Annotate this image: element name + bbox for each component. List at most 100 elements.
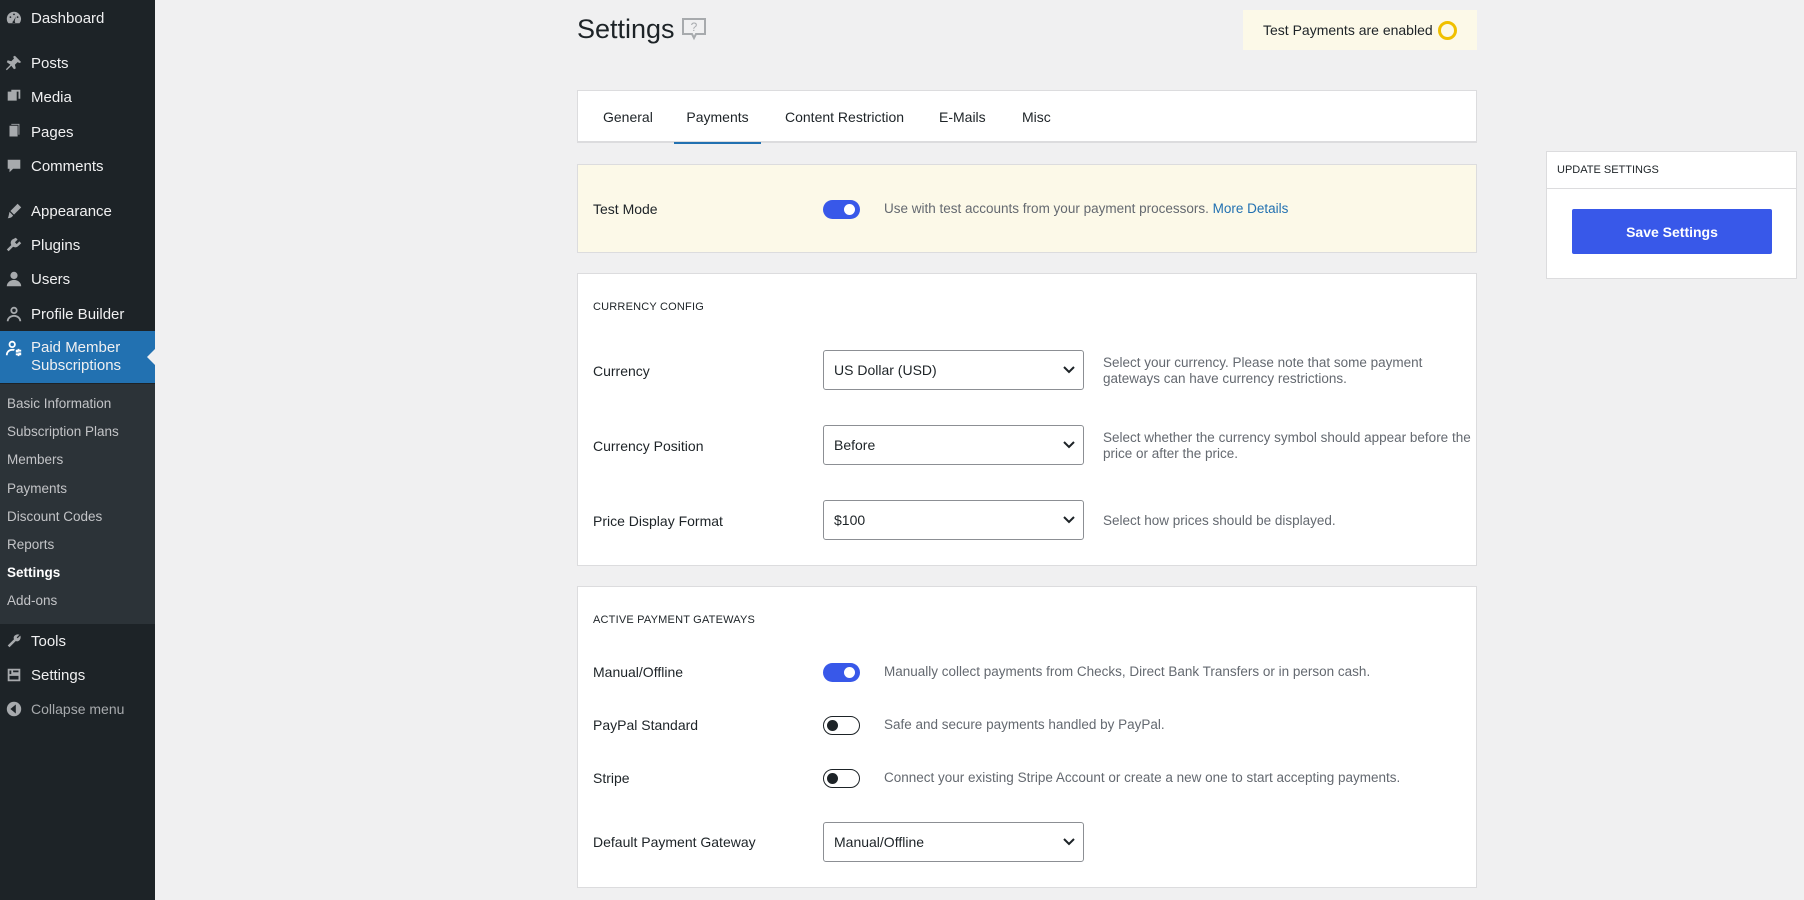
currency-position-description: Select whether the currency symbol shoul… bbox=[1103, 430, 1471, 461]
sidebar-item-label: Settings bbox=[31, 666, 86, 684]
currency-position-label: Currency Position bbox=[593, 438, 704, 454]
sidebar-item-media[interactable]: Media bbox=[0, 80, 155, 114]
toggle-knob bbox=[827, 719, 838, 731]
wrench-icon bbox=[5, 632, 23, 650]
paypal-standard-label: PayPal Standard bbox=[593, 717, 699, 733]
sidebar-item-pages[interactable]: Pages bbox=[0, 115, 155, 149]
member-icon bbox=[5, 339, 23, 357]
comment-icon bbox=[5, 157, 23, 175]
paypal-standard-description: Safe and secure payments handled by PayP… bbox=[884, 717, 1165, 732]
chevron-down-icon bbox=[1063, 838, 1075, 846]
chevron-down-icon bbox=[1063, 366, 1075, 374]
save-settings-button[interactable]: Save Settings bbox=[1572, 209, 1772, 254]
admin-sidebar: Dashboard Posts Media Pages Comments App… bbox=[0, 0, 155, 900]
submenu-item-members[interactable]: Members bbox=[7, 452, 63, 467]
sidebar-item-dashboard[interactable]: Dashboard bbox=[0, 1, 155, 35]
active-indicator bbox=[147, 349, 155, 365]
sidebar-item-settings[interactable]: Settings bbox=[0, 658, 155, 692]
test-mode-toggle[interactable] bbox=[823, 200, 860, 219]
settings-icon bbox=[5, 666, 23, 684]
currency-label: Currency bbox=[593, 363, 650, 379]
dashboard-icon bbox=[5, 9, 23, 27]
plugin-icon bbox=[5, 236, 23, 254]
sidebar-item-plugins[interactable]: Plugins bbox=[0, 228, 155, 262]
pin-icon bbox=[5, 54, 23, 72]
tab-misc[interactable]: Misc bbox=[1022, 91, 1051, 142]
collapse-icon bbox=[5, 700, 23, 718]
tab-general[interactable]: General bbox=[603, 91, 653, 142]
tab-emails[interactable]: E-Mails bbox=[939, 91, 986, 142]
default-gateway-select[interactable]: Manual/Offline bbox=[823, 822, 1084, 862]
sidebar-item-tools[interactable]: Tools bbox=[0, 624, 155, 658]
manual-offline-description: Manually collect payments from Checks, D… bbox=[884, 664, 1371, 679]
submenu-item-settings[interactable]: Settings bbox=[7, 565, 60, 580]
svg-text:?: ? bbox=[691, 20, 698, 34]
sidebar-item-label: Users bbox=[31, 270, 71, 288]
test-mode-label: Test Mode bbox=[593, 201, 658, 217]
submenu-item-basic-information[interactable]: Basic Information bbox=[7, 396, 111, 411]
sidebar-item-label: Profile Builder bbox=[31, 305, 125, 323]
toggle-knob bbox=[844, 204, 855, 215]
submenu: Basic Information Subscription Plans Mem… bbox=[0, 384, 155, 624]
test-mode-panel: Test Mode Use with test accounts from yo… bbox=[577, 164, 1477, 253]
currency-description: Select your currency. Please note that s… bbox=[1103, 355, 1423, 386]
default-gateway-label: Default Payment Gateway bbox=[593, 834, 756, 850]
profile-icon bbox=[5, 305, 23, 323]
tab-payments[interactable]: Payments bbox=[674, 91, 761, 144]
test-payments-notice: Test Payments are enabled bbox=[1243, 10, 1477, 50]
tab-content-restriction[interactable]: Content Restriction bbox=[785, 91, 904, 142]
sidebar-item-appearance[interactable]: Appearance bbox=[0, 194, 155, 228]
update-settings-header: UPDATE SETTINGS bbox=[1547, 152, 1796, 189]
currency-select[interactable]: US Dollar (USD) bbox=[823, 350, 1084, 390]
collapse-menu-label: Collapse menu bbox=[31, 701, 125, 717]
stripe-label: Stripe bbox=[593, 770, 630, 786]
pages-icon bbox=[5, 123, 23, 141]
stripe-description: Connect your existing Stripe Account or … bbox=[884, 770, 1401, 785]
sidebar-item-paid-member-subscriptions[interactable]: Paid Member Subscriptions bbox=[0, 331, 155, 383]
sidebar-item-label: Tools bbox=[31, 632, 67, 650]
media-icon bbox=[5, 88, 23, 106]
submenu-item-subscription-plans[interactable]: Subscription Plans bbox=[7, 424, 119, 439]
submenu-item-payments[interactable]: Payments bbox=[7, 481, 67, 496]
sidebar-item-comments[interactable]: Comments bbox=[0, 149, 155, 183]
sidebar-item-label: Comments bbox=[31, 157, 104, 175]
settings-tabs: General Payments Content Restriction E-M… bbox=[577, 90, 1477, 144]
submenu-item-reports[interactable]: Reports bbox=[7, 537, 54, 552]
help-icon[interactable]: ? bbox=[681, 17, 707, 41]
sidebar-item-users[interactable]: Users bbox=[0, 262, 155, 296]
chevron-down-icon bbox=[1063, 441, 1075, 449]
sidebar-item-profile-builder[interactable]: Profile Builder bbox=[0, 297, 155, 331]
collapse-menu-button[interactable]: Collapse menu bbox=[0, 692, 155, 726]
currency-position-select[interactable]: Before bbox=[823, 425, 1084, 465]
price-display-format-description: Select how prices should be displayed. bbox=[1103, 513, 1336, 528]
section-title: CURRENCY CONFIG bbox=[593, 301, 704, 313]
users-icon bbox=[5, 270, 23, 288]
sidebar-item-label: Media bbox=[31, 88, 72, 106]
page-title: Settings bbox=[577, 14, 675, 44]
price-display-format-label: Price Display Format bbox=[593, 513, 723, 529]
chevron-down-icon bbox=[1063, 516, 1075, 524]
sidebar-item-label: Posts bbox=[31, 54, 69, 72]
sidebar-item-label: Paid Member Subscriptions bbox=[31, 339, 122, 374]
stripe-toggle[interactable] bbox=[823, 769, 860, 788]
currency-config-panel: CURRENCY CONFIG Currency US Dollar (USD)… bbox=[577, 273, 1477, 566]
test-mode-description: Use with test accounts from your payment… bbox=[884, 201, 1289, 216]
more-details-link[interactable]: More Details bbox=[1213, 201, 1289, 216]
sidebar-item-label: Plugins bbox=[31, 236, 81, 254]
test-payments-text: Test Payments are enabled bbox=[1263, 22, 1433, 38]
submenu-item-discount-codes[interactable]: Discount Codes bbox=[7, 509, 102, 524]
sidebar-item-label: Appearance bbox=[31, 202, 112, 220]
section-title: ACTIVE PAYMENT GATEWAYS bbox=[593, 614, 756, 626]
submenu-item-add-ons[interactable]: Add-ons bbox=[7, 593, 57, 608]
sidebar-item-label: Dashboard bbox=[31, 9, 105, 27]
sidebar-item-label: Pages bbox=[31, 123, 74, 141]
manual-offline-toggle[interactable] bbox=[823, 663, 860, 682]
paypal-standard-toggle[interactable] bbox=[823, 716, 860, 735]
payment-gateways-panel: ACTIVE PAYMENT GATEWAYS Manual/Offline M… bbox=[577, 586, 1477, 888]
manual-offline-label: Manual/Offline bbox=[593, 664, 684, 680]
toggle-knob bbox=[827, 772, 838, 784]
status-ring-icon bbox=[1438, 21, 1457, 40]
price-display-format-select[interactable]: $100 bbox=[823, 500, 1084, 540]
sidebar-item-posts[interactable]: Posts bbox=[0, 46, 155, 80]
toggle-knob bbox=[844, 667, 855, 678]
